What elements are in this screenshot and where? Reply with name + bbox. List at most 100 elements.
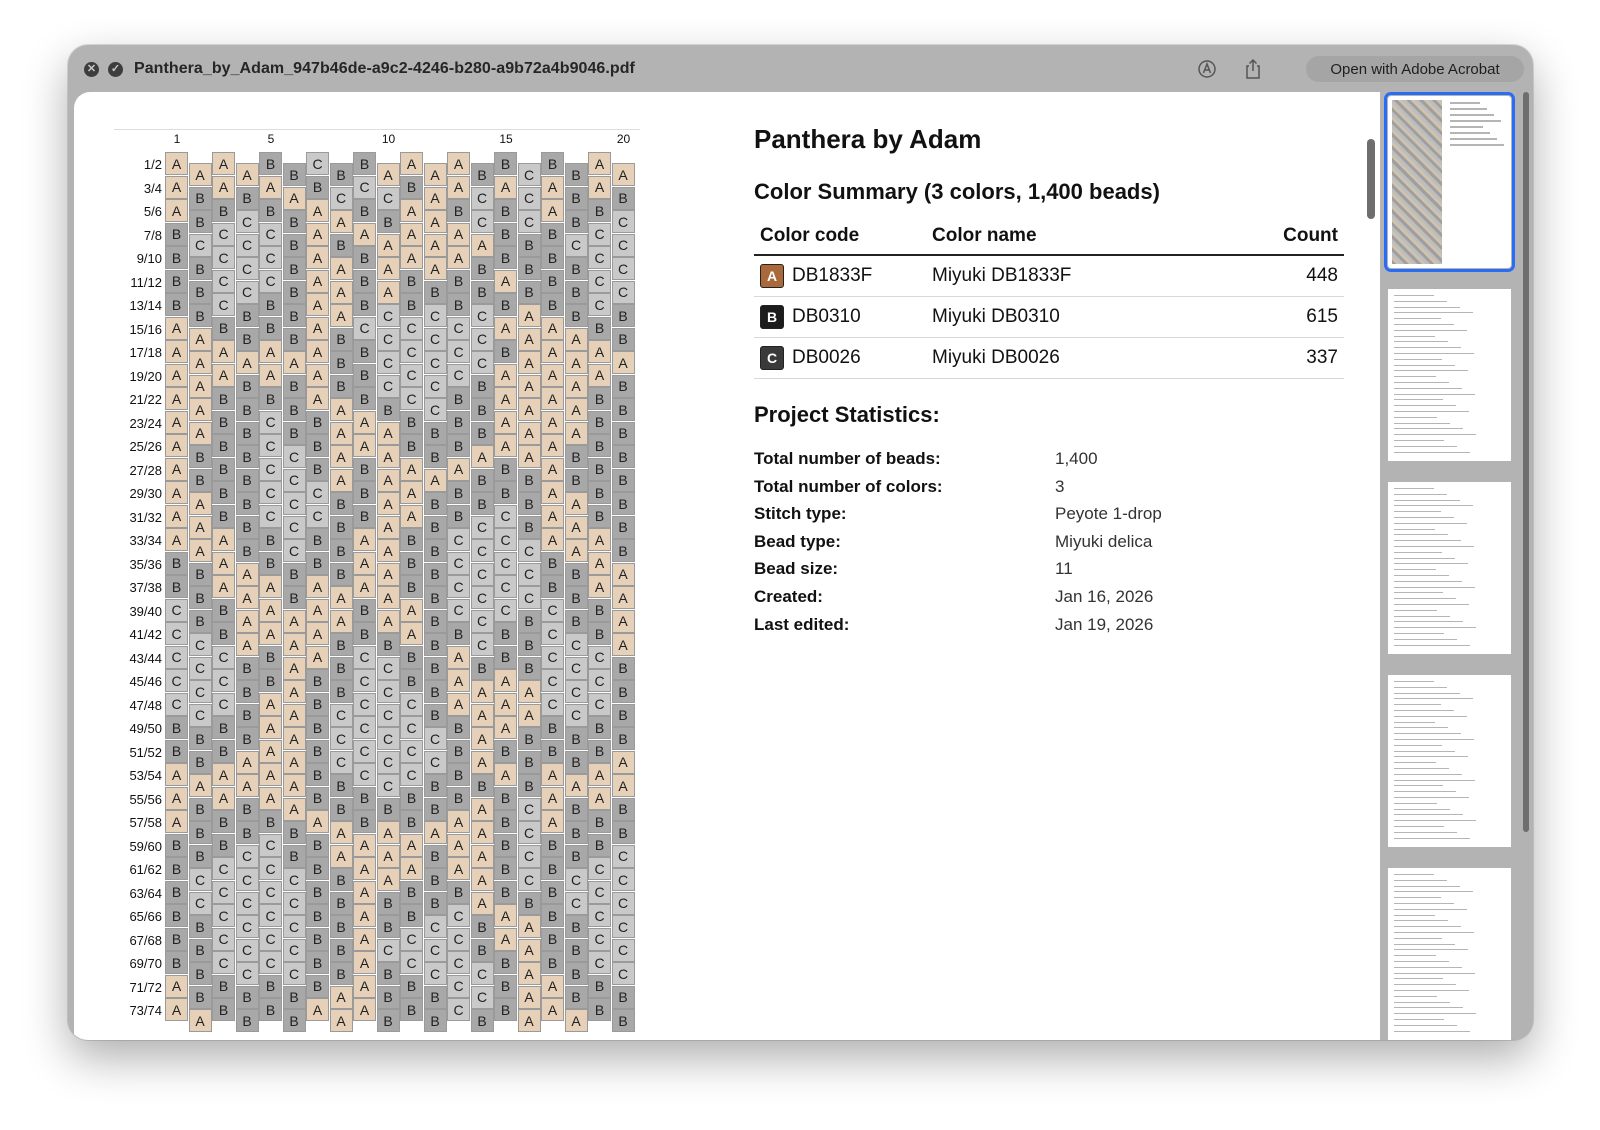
- bead-cell: A: [306, 387, 329, 410]
- bead-cell: B: [282, 257, 306, 280]
- thumbnail-text-line: [1394, 557, 1455, 559]
- bead-cell: C: [447, 998, 470, 1021]
- bead-cell: B: [306, 974, 329, 998]
- bead-cell: A: [470, 445, 494, 468]
- bead-cell: B: [212, 739, 235, 763]
- bead-cell: C: [564, 891, 588, 915]
- thumbnail-text-line: [1450, 108, 1487, 110]
- bead-cell: B: [470, 656, 494, 680]
- bead-cell: A: [259, 716, 282, 739]
- bead-cell: B: [517, 257, 541, 280]
- share-icon[interactable]: [1242, 58, 1264, 80]
- page-thumbnail[interactable]: [1388, 675, 1511, 847]
- bead-cell: B: [235, 821, 259, 844]
- color-code-cell: B DB0310: [754, 296, 926, 338]
- bead-cell: C: [588, 246, 611, 269]
- bead-cell: A: [165, 504, 188, 528]
- bead-cell: A: [517, 351, 541, 374]
- open-with-acrobat-button[interactable]: Open with Adobe Acrobat: [1306, 56, 1524, 82]
- bead-cell: B: [400, 669, 423, 692]
- bead-cell: B: [447, 739, 470, 763]
- bead-cell: A: [564, 1009, 588, 1032]
- bead-cell: C: [212, 927, 235, 951]
- bead-cell: C: [376, 774, 400, 797]
- bead-cell: B: [423, 891, 447, 915]
- bead-cell: A: [541, 410, 564, 434]
- thumbnail-text-line: [1394, 376, 1436, 378]
- bead-cell: A: [541, 810, 564, 833]
- bead-cell: B: [329, 562, 353, 586]
- bead-cell: B: [235, 492, 259, 515]
- bead-cell: B: [588, 739, 611, 763]
- bead-cell: A: [329, 468, 353, 492]
- bead-cell: A: [517, 938, 541, 962]
- bead-cell: B: [329, 539, 353, 562]
- thumbnail-text-line: [1394, 808, 1450, 810]
- bead-cell: A: [282, 351, 306, 374]
- thumbnail-text-line: [1394, 937, 1442, 939]
- bead-cell: C: [259, 904, 282, 927]
- bead-cell: A: [212, 528, 235, 551]
- bead-cell: A: [494, 692, 517, 716]
- bead-cell: A: [306, 598, 329, 622]
- bead-cell: A: [564, 539, 588, 562]
- row-label: 1/2: [143, 157, 162, 172]
- bead-cell: B: [259, 199, 282, 222]
- bead-cell: B: [517, 774, 541, 797]
- bead-cell: A: [235, 774, 259, 797]
- page-thumbnail[interactable]: [1388, 289, 1511, 461]
- bead-cell: B: [588, 434, 611, 457]
- bead-cell: C: [235, 257, 259, 280]
- thumbnail-text-line: [1394, 961, 1449, 962]
- thumbnail-text-line: [1394, 393, 1475, 395]
- bead-cell: A: [235, 633, 259, 656]
- row-label: 25/26: [129, 439, 162, 454]
- bead-cell: A: [423, 257, 447, 280]
- bead-cell: C: [400, 763, 423, 786]
- row-label: 9/10: [136, 251, 162, 266]
- page-thumbnail[interactable]: [1388, 482, 1511, 654]
- bead-cell: A: [376, 421, 400, 445]
- thumbnail-text-line: [1394, 1019, 1444, 1020]
- bead-cell: A: [541, 998, 564, 1021]
- bead-cell: C: [259, 222, 282, 246]
- page-thumbnail[interactable]: [1384, 92, 1515, 272]
- bead-cell: A: [376, 280, 400, 304]
- bead-cell: B: [376, 398, 400, 421]
- bead-cell: A: [259, 622, 282, 645]
- bead-cell: A: [541, 387, 564, 410]
- sidebar-scrollbar[interactable]: [1523, 92, 1529, 832]
- bead-cell: A: [517, 703, 541, 727]
- page-thumbnail[interactable]: [1388, 868, 1511, 1040]
- bead-cell: A: [494, 716, 517, 739]
- bead-cell: B: [188, 257, 212, 280]
- bead-cell: A: [212, 363, 235, 387]
- bead-cell: A: [282, 727, 306, 750]
- bead-cell: B: [541, 152, 564, 175]
- close-icon[interactable]: ✕: [84, 61, 99, 77]
- page-scrollbar[interactable]: [1367, 139, 1375, 219]
- color-count: 337: [1215, 337, 1344, 379]
- info-icon[interactable]: ✓: [108, 61, 123, 77]
- bead-cell: B: [588, 833, 611, 857]
- bead-cell: C: [588, 927, 611, 951]
- bead-cell: B: [423, 774, 447, 797]
- thumbnail-text-line: [1394, 733, 1461, 735]
- stat-label: Total number of colors:: [754, 476, 943, 496]
- markup-icon[interactable]: [1196, 58, 1218, 80]
- thumbnail-text-line: [1394, 329, 1467, 331]
- bead-cell: B: [447, 434, 470, 457]
- bead-cell: B: [517, 233, 541, 257]
- bead-cell: B: [423, 562, 447, 586]
- bead-cell: B: [306, 904, 329, 927]
- bead-cell: C: [517, 797, 541, 821]
- bead-cell: A: [376, 609, 400, 633]
- row-label: 33/34: [129, 533, 162, 548]
- header-color-code: Color code: [754, 220, 926, 256]
- bead-cell: B: [376, 797, 400, 821]
- bead-cell: A: [470, 233, 494, 257]
- stat-value: Jan 19, 2026: [1055, 614, 1154, 634]
- stat-value: Jan 16, 2026: [1055, 587, 1154, 606]
- column-number: 1: [173, 132, 181, 146]
- bead-cell: A: [188, 327, 212, 351]
